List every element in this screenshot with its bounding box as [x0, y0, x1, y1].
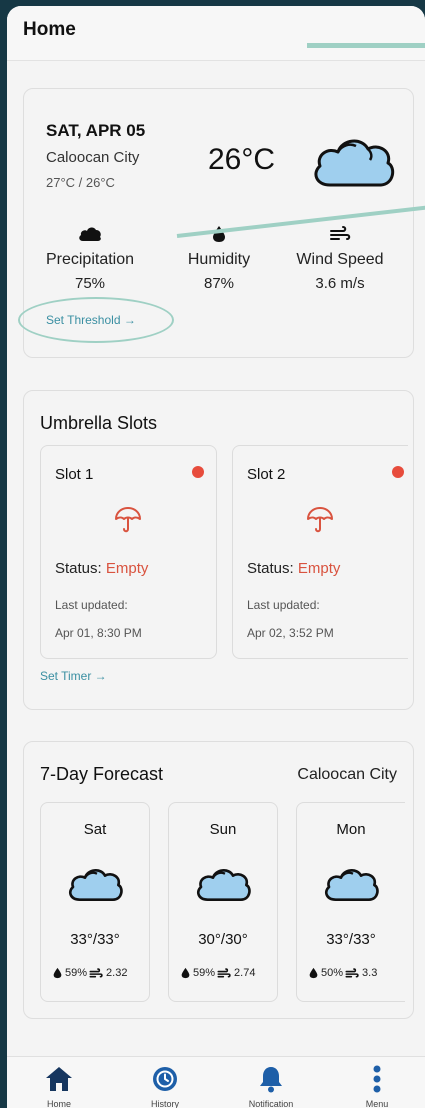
humidity-label: Humidity: [187, 251, 251, 268]
slot-status: Status: Empty: [247, 560, 340, 577]
day-name: Sat: [83, 821, 107, 838]
last-updated-value: Apr 02, 3:52 PM: [247, 626, 334, 640]
home-icon: [19, 1063, 99, 1095]
day-humidity: 50%: [321, 967, 344, 979]
current-date: SAT, APR 05: [46, 121, 146, 140]
nav-notification[interactable]: Notification: [231, 1063, 311, 1108]
umbrella-icon: [115, 507, 141, 533]
day-wind: 3.3: [362, 967, 378, 979]
annotation-bar: [307, 43, 425, 48]
day-name: Mon: [336, 821, 366, 838]
wind-icon: [280, 223, 400, 245]
last-updated-value: Apr 01, 8:30 PM: [55, 626, 142, 640]
current-city: Caloocan City: [46, 149, 140, 166]
nav-menu[interactable]: Menu: [337, 1063, 417, 1108]
status-dot: [192, 466, 204, 478]
slot-card[interactable]: Slot 1 Status: Empty Last updated: Apr 0…: [40, 445, 217, 659]
slot-card[interactable]: Slot 2 Status: Empty Last updated: Apr 0…: [232, 445, 408, 659]
nav-home[interactable]: Home: [19, 1063, 99, 1108]
wind-stat: Wind Speed 3.6 m/s: [280, 223, 400, 292]
precipitation-value: 75%: [74, 275, 106, 292]
cloud-icon: [30, 223, 150, 245]
droplet-icon: [309, 967, 318, 979]
forecast-card: 7-Day Forecast Caloocan City Sat 33°/33°…: [23, 741, 414, 1019]
status-label: Status:: [55, 560, 102, 577]
day-meta: 59% 2.32: [53, 967, 127, 979]
wind-icon: [217, 967, 231, 977]
slot-name: Slot 1: [55, 466, 94, 483]
day-temperature: 33°/33°: [70, 931, 120, 948]
droplet-icon: [53, 967, 62, 979]
app-screen: Home SAT, APR 05 Caloocan City 27°C / 26…: [7, 6, 425, 1108]
umbrella-slots-card: Umbrella Slots Slot 1 Status: Empty Last…: [23, 390, 414, 710]
day-meta: 59% 2.74: [181, 967, 255, 979]
day-humidity: 59%: [193, 967, 216, 979]
nav-label: Menu: [365, 1099, 389, 1108]
cloud-icon: [196, 869, 251, 901]
app-header: Home: [7, 6, 425, 61]
nav-label: History: [150, 1099, 179, 1108]
nav-history[interactable]: History: [125, 1063, 205, 1108]
droplet-icon: [181, 967, 190, 979]
wind-icon: [345, 967, 359, 977]
day-meta: 50% 3.3: [309, 967, 377, 979]
day-temperature: 30°/30°: [198, 931, 248, 948]
day-wind: 2.74: [234, 967, 256, 979]
nav-label: Notification: [248, 1099, 294, 1108]
last-updated-label: Last updated:: [55, 598, 128, 612]
forecast-day[interactable]: Sun 30°/30° 59% 2.74: [168, 802, 278, 1002]
slot-status: Status: Empty: [55, 560, 148, 577]
forecast-day[interactable]: Sat 33°/33° 59% 2.32: [40, 802, 150, 1002]
menu-dots-icon: [337, 1063, 417, 1095]
status-value: Empty: [297, 560, 341, 577]
umbrella-icon: [307, 507, 333, 533]
wind-icon: [89, 967, 103, 977]
forecast-title: 7-Day Forecast: [40, 764, 164, 784]
forecast-day[interactable]: Mon 33°/33° 50% 3.3: [296, 802, 405, 1002]
day-wind: 2.32: [106, 967, 128, 979]
precipitation-stat: Precipitation 75%: [30, 223, 150, 292]
history-icon: [125, 1063, 205, 1095]
current-weather-card: SAT, APR 05 Caloocan City 27°C / 26°C 26…: [18, 88, 414, 358]
nav-label: Home: [46, 1099, 71, 1108]
humidity-value: 87%: [203, 275, 235, 292]
day-humidity: 59%: [65, 967, 88, 979]
cloud-icon: [314, 139, 395, 187]
page-title: Home: [23, 19, 76, 40]
bottom-nav: Home History Notification Menu: [7, 1056, 425, 1108]
day-temperature: 33°/33°: [326, 931, 376, 948]
wind-label: Wind Speed: [296, 251, 384, 268]
status-label: Status:: [247, 560, 294, 577]
cloud-icon: [68, 869, 123, 901]
precipitation-label: Precipitation: [45, 251, 135, 268]
day-name: Sun: [209, 821, 237, 838]
bell-icon: [231, 1063, 311, 1095]
status-dot: [392, 466, 404, 478]
current-temperature: 26°C: [208, 143, 276, 176]
cloud-icon: [324, 869, 379, 901]
last-updated-label: Last updated:: [247, 598, 320, 612]
set-threshold-link[interactable]: Set Threshold →: [46, 313, 136, 327]
slot-name: Slot 2: [247, 466, 286, 483]
slots-title: Umbrella Slots: [40, 413, 158, 433]
forecast-city: Caloocan City: [297, 766, 397, 783]
status-value: Empty: [105, 560, 149, 577]
wind-value: 3.6 m/s: [315, 275, 365, 292]
temp-range: 27°C / 26°C: [46, 175, 115, 190]
set-timer-link[interactable]: Set Timer →: [40, 669, 107, 683]
